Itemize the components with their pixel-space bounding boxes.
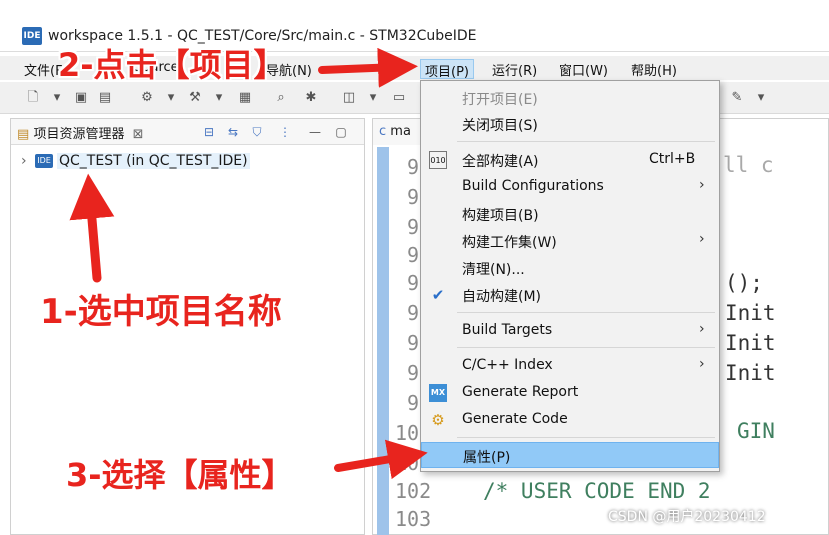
maximize-icon[interactable]: ▢ — [333, 124, 349, 140]
line-number: 9 — [407, 361, 420, 385]
menu-item-generate-report[interactable]: MX Generate Report — [421, 380, 719, 406]
binary-icon[interactable]: ▦ — [236, 89, 254, 107]
settings-icon[interactable]: ⚙ — [138, 89, 156, 107]
menu-item-build-working-set[interactable]: 构建工作集(W) › — [421, 228, 719, 254]
menu-item-build-project[interactable]: 构建项目(B) — [421, 201, 719, 227]
new-file-icon[interactable]: 🗋 — [24, 89, 42, 107]
close-tab-icon[interactable]: ⊠ — [133, 127, 144, 142]
save-all-icon[interactable]: ▤ — [96, 89, 114, 107]
line-number: 102 — [395, 479, 432, 503]
save-icon[interactable]: ▣ — [72, 89, 90, 107]
line-number: 9 — [407, 215, 420, 239]
submenu-arrow-icon: › — [699, 177, 705, 193]
editor-gutter — [377, 147, 389, 535]
line-number: 9 — [407, 185, 420, 209]
line-number: 9 — [407, 155, 420, 179]
submenu-arrow-icon: › — [699, 231, 705, 247]
c-file-icon: c — [379, 124, 387, 139]
menu-project[interactable]: 项目(P) — [420, 59, 474, 80]
line-number: 10 — [395, 451, 420, 475]
code-fragment: (); — [725, 271, 763, 295]
submenu-arrow-icon: › — [699, 356, 705, 372]
dropdown-arrow-icon[interactable]: ▾ — [210, 89, 228, 107]
menu-separator — [457, 437, 715, 438]
line-number: 9 — [407, 243, 420, 267]
open-folder-icon[interactable]: ▭ — [390, 89, 408, 107]
menu-help[interactable]: 帮助(H) — [627, 59, 681, 79]
dropdown-arrow-icon[interactable]: ▾ — [364, 89, 382, 107]
line-number: 9 — [407, 301, 420, 325]
mx-icon: MX — [429, 384, 447, 402]
hammer-build-icon[interactable]: ⚒ — [186, 89, 204, 107]
code-fragment: Init — [725, 361, 776, 385]
code-fragment: GIN — [737, 419, 775, 443]
project-name-label: QC_TEST (in QC_TEST_IDE) — [57, 153, 250, 169]
chevron-right-icon[interactable]: › — [21, 153, 35, 169]
menu-item-build-all[interactable]: 010 全部构建(A) Ctrl+B — [421, 147, 719, 173]
code-fragment: Init — [725, 331, 776, 355]
pen-icon[interactable]: ✎ — [728, 89, 746, 107]
new-class-icon[interactable]: ◫ — [340, 89, 358, 107]
menu-window[interactable]: 窗口(W) — [555, 59, 612, 79]
screenshot-root: IDE workspace 1.5.1 - QC_TEST/Core/Src/m… — [0, 0, 829, 535]
line-number: 103 — [395, 507, 432, 531]
search-icon[interactable]: ⌕ — [272, 89, 290, 107]
view-menu-icon[interactable]: ⋮ — [277, 124, 293, 140]
line-number: 9 — [407, 271, 420, 295]
dropdown-arrow-icon[interactable]: ▾ — [48, 89, 66, 107]
watermark: CSDN @用户20230412 — [608, 509, 766, 525]
code-fragment: Init — [725, 301, 776, 325]
menu-separator — [457, 312, 715, 313]
code-comment: /* USER CODE END 2 — [483, 479, 711, 503]
project-menu-dropdown: 打开项目(E) 关闭项目(S) 010 全部构建(A) Ctrl+B Build… — [420, 80, 720, 472]
menu-item-clean[interactable]: 清理(N)... — [421, 255, 719, 281]
project-explorer-tab[interactable]: ▤ 项目资源管理器 ⊠ — [17, 123, 144, 142]
annotation-step2: 2-点击【项目】 — [58, 46, 286, 84]
dropdown-arrow-icon[interactable]: ▾ — [752, 89, 770, 107]
menu-item-build-targets[interactable]: Build Targets › — [421, 318, 719, 344]
filter-icon[interactable]: ⛉ — [249, 124, 265, 140]
menu-item-build-automatically[interactable]: ✔ 自动构建(M) — [421, 282, 719, 308]
menu-item-close-project[interactable]: 关闭项目(S) — [421, 111, 719, 137]
project-explorer-title: 项目资源管理器 — [33, 127, 125, 142]
gear-code-icon: ⚙ — [431, 411, 445, 429]
build-all-icon: 010 — [429, 151, 447, 169]
menu-item-cpp-index[interactable]: C/C++ Index › — [421, 353, 719, 379]
folder-tree-icon: ▤ — [17, 127, 30, 142]
editor-tab-label: ma — [390, 124, 411, 139]
menu-item-build-configurations[interactable]: Build Configurations › — [421, 174, 719, 200]
tree-item-project[interactable]: › IDE QC_TEST (in QC_TEST_IDE) — [21, 153, 250, 173]
annotation-step3: 3-选择【属性】 — [66, 456, 294, 494]
collapse-all-icon[interactable]: ⊟ — [201, 124, 217, 140]
line-number: 10 — [395, 421, 420, 445]
project-explorer-header: ▤ 项目资源管理器 ⊠ ⊟ ⇆ ⛉ ⋮ — ▢ — [11, 119, 364, 145]
line-number: 9 — [407, 331, 420, 355]
menu-separator — [457, 347, 715, 348]
annotation-step1: 1-选中项目名称 — [40, 292, 282, 332]
debug-icon[interactable]: ✱ — [302, 89, 320, 107]
checkmark-icon: ✔ — [431, 286, 445, 304]
dropdown-arrow-icon[interactable]: ▾ — [162, 89, 180, 107]
menu-run[interactable]: 运行(R) — [488, 59, 541, 79]
menu-item-open-project: 打开项目(E) — [462, 92, 538, 108]
menu-item-generate-code[interactable]: ⚙ Generate Code — [421, 407, 719, 433]
minimize-icon[interactable]: — — [307, 124, 323, 140]
link-editor-icon[interactable]: ⇆ — [225, 124, 241, 140]
submenu-arrow-icon: › — [699, 321, 705, 337]
menu-item-properties[interactable]: 属性(P) — [421, 442, 719, 468]
app-ide-icon: IDE — [22, 27, 42, 45]
menu-separator — [457, 141, 715, 142]
ide-project-icon: IDE — [35, 154, 53, 168]
line-number: 9 — [407, 391, 420, 415]
code-fragment: ll c — [723, 153, 774, 177]
